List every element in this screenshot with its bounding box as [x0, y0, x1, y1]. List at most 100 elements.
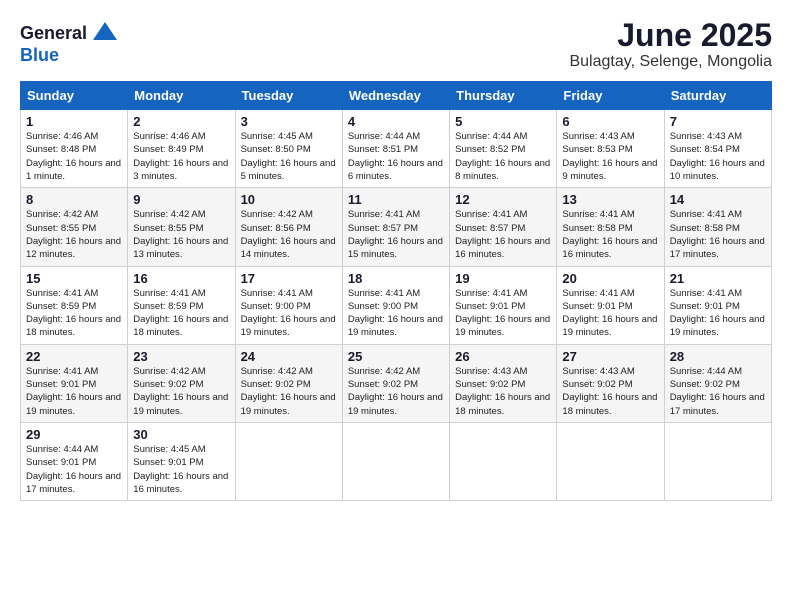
- day-info: Sunrise: 4:41 AM Sunset: 8:58 PM Dayligh…: [670, 208, 766, 261]
- daylight-label: Daylight: 16 hours and 15 minutes.: [348, 236, 443, 260]
- day-number: 13: [562, 192, 658, 207]
- day-info: Sunrise: 4:46 AM Sunset: 8:48 PM Dayligh…: [26, 130, 122, 183]
- sunset-label: Sunset: 9:02 PM: [670, 379, 740, 390]
- calendar-header-row: Sunday Monday Tuesday Wednesday Thursday…: [21, 82, 772, 110]
- sunrise-label: Sunrise: 4:43 AM: [562, 366, 634, 377]
- calendar-day-cell: 6 Sunrise: 4:43 AM Sunset: 8:53 PM Dayli…: [557, 110, 664, 188]
- sunset-label: Sunset: 8:50 PM: [241, 144, 311, 155]
- daylight-label: Daylight: 16 hours and 19 minutes.: [241, 392, 336, 416]
- sunset-label: Sunset: 8:51 PM: [348, 144, 418, 155]
- day-info: Sunrise: 4:46 AM Sunset: 8:49 PM Dayligh…: [133, 130, 229, 183]
- day-number: 24: [241, 349, 337, 364]
- daylight-label: Daylight: 16 hours and 5 minutes.: [241, 158, 336, 182]
- calendar-week-row: 15 Sunrise: 4:41 AM Sunset: 8:59 PM Dayl…: [21, 266, 772, 344]
- sunrise-label: Sunrise: 4:44 AM: [670, 366, 742, 377]
- sunset-label: Sunset: 9:02 PM: [348, 379, 418, 390]
- day-info: Sunrise: 4:44 AM Sunset: 9:02 PM Dayligh…: [670, 365, 766, 418]
- sunrise-label: Sunrise: 4:42 AM: [348, 366, 420, 377]
- col-monday: Monday: [128, 82, 235, 110]
- day-info: Sunrise: 4:42 AM Sunset: 8:56 PM Dayligh…: [241, 208, 337, 261]
- sunset-label: Sunset: 8:59 PM: [133, 301, 203, 312]
- day-info: Sunrise: 4:41 AM Sunset: 8:58 PM Dayligh…: [562, 208, 658, 261]
- daylight-label: Daylight: 16 hours and 19 minutes.: [670, 314, 765, 338]
- daylight-label: Daylight: 16 hours and 3 minutes.: [133, 158, 228, 182]
- sunset-label: Sunset: 9:01 PM: [26, 379, 96, 390]
- sunrise-label: Sunrise: 4:46 AM: [133, 131, 205, 142]
- calendar-day-cell: 28 Sunrise: 4:44 AM Sunset: 9:02 PM Dayl…: [664, 344, 771, 422]
- col-saturday: Saturday: [664, 82, 771, 110]
- sunrise-label: Sunrise: 4:42 AM: [133, 366, 205, 377]
- sunset-label: Sunset: 8:58 PM: [562, 223, 632, 234]
- sunrise-label: Sunrise: 4:42 AM: [26, 209, 98, 220]
- day-info: Sunrise: 4:41 AM Sunset: 8:57 PM Dayligh…: [455, 208, 551, 261]
- page: General Blue June 2025 Bulagtay, Selenge…: [0, 0, 792, 612]
- day-number: 22: [26, 349, 122, 364]
- sunset-label: Sunset: 9:02 PM: [562, 379, 632, 390]
- day-info: Sunrise: 4:42 AM Sunset: 8:55 PM Dayligh…: [26, 208, 122, 261]
- calendar-day-cell: 24 Sunrise: 4:42 AM Sunset: 9:02 PM Dayl…: [235, 344, 342, 422]
- day-number: 29: [26, 427, 122, 442]
- sunrise-label: Sunrise: 4:44 AM: [26, 444, 98, 455]
- day-number: 1: [26, 114, 122, 129]
- day-number: 8: [26, 192, 122, 207]
- day-info: Sunrise: 4:41 AM Sunset: 9:00 PM Dayligh…: [241, 287, 337, 340]
- calendar-day-cell: 26 Sunrise: 4:43 AM Sunset: 9:02 PM Dayl…: [450, 344, 557, 422]
- sunset-label: Sunset: 9:02 PM: [241, 379, 311, 390]
- calendar-day-cell: 12 Sunrise: 4:41 AM Sunset: 8:57 PM Dayl…: [450, 188, 557, 266]
- sunrise-label: Sunrise: 4:41 AM: [26, 288, 98, 299]
- daylight-label: Daylight: 16 hours and 18 minutes.: [26, 314, 121, 338]
- sunset-label: Sunset: 9:01 PM: [670, 301, 740, 312]
- day-info: Sunrise: 4:43 AM Sunset: 9:02 PM Dayligh…: [562, 365, 658, 418]
- day-info: Sunrise: 4:44 AM Sunset: 8:51 PM Dayligh…: [348, 130, 444, 183]
- sunset-label: Sunset: 8:49 PM: [133, 144, 203, 155]
- calendar-day-cell: 16 Sunrise: 4:41 AM Sunset: 8:59 PM Dayl…: [128, 266, 235, 344]
- day-info: Sunrise: 4:43 AM Sunset: 9:02 PM Dayligh…: [455, 365, 551, 418]
- sunset-label: Sunset: 9:00 PM: [241, 301, 311, 312]
- calendar-day-cell: 3 Sunrise: 4:45 AM Sunset: 8:50 PM Dayli…: [235, 110, 342, 188]
- sunset-label: Sunset: 8:48 PM: [26, 144, 96, 155]
- sunset-label: Sunset: 8:55 PM: [133, 223, 203, 234]
- day-number: 21: [670, 271, 766, 286]
- sunset-label: Sunset: 8:52 PM: [455, 144, 525, 155]
- day-info: Sunrise: 4:41 AM Sunset: 8:59 PM Dayligh…: [26, 287, 122, 340]
- day-number: 23: [133, 349, 229, 364]
- calendar-day-cell: 2 Sunrise: 4:46 AM Sunset: 8:49 PM Dayli…: [128, 110, 235, 188]
- col-tuesday: Tuesday: [235, 82, 342, 110]
- sunset-label: Sunset: 8:59 PM: [26, 301, 96, 312]
- day-number: 7: [670, 114, 766, 129]
- day-number: 6: [562, 114, 658, 129]
- sunset-label: Sunset: 8:54 PM: [670, 144, 740, 155]
- sunrise-label: Sunrise: 4:42 AM: [241, 366, 313, 377]
- day-number: 30: [133, 427, 229, 442]
- daylight-label: Daylight: 16 hours and 12 minutes.: [26, 236, 121, 260]
- sunrise-label: Sunrise: 4:46 AM: [26, 131, 98, 142]
- sunrise-label: Sunrise: 4:41 AM: [348, 288, 420, 299]
- sunset-label: Sunset: 9:02 PM: [133, 379, 203, 390]
- day-info: Sunrise: 4:43 AM Sunset: 8:54 PM Dayligh…: [670, 130, 766, 183]
- daylight-label: Daylight: 16 hours and 16 minutes.: [455, 236, 550, 260]
- calendar-week-row: 22 Sunrise: 4:41 AM Sunset: 9:01 PM Dayl…: [21, 344, 772, 422]
- calendar-week-row: 1 Sunrise: 4:46 AM Sunset: 8:48 PM Dayli…: [21, 110, 772, 188]
- day-number: 17: [241, 271, 337, 286]
- day-info: Sunrise: 4:42 AM Sunset: 9:02 PM Dayligh…: [133, 365, 229, 418]
- day-info: Sunrise: 4:41 AM Sunset: 9:01 PM Dayligh…: [26, 365, 122, 418]
- header: General Blue June 2025 Bulagtay, Selenge…: [20, 18, 772, 71]
- logo-blue-text: Blue: [20, 46, 59, 66]
- logo-icon: [89, 18, 121, 50]
- sunrise-label: Sunrise: 4:41 AM: [348, 209, 420, 220]
- daylight-label: Daylight: 16 hours and 17 minutes.: [26, 471, 121, 495]
- sunset-label: Sunset: 9:01 PM: [455, 301, 525, 312]
- calendar-day-cell: 1 Sunrise: 4:46 AM Sunset: 8:48 PM Dayli…: [21, 110, 128, 188]
- day-number: 2: [133, 114, 229, 129]
- calendar-day-cell: 19 Sunrise: 4:41 AM Sunset: 9:01 PM Dayl…: [450, 266, 557, 344]
- sunrise-label: Sunrise: 4:42 AM: [133, 209, 205, 220]
- sunrise-label: Sunrise: 4:41 AM: [670, 288, 742, 299]
- day-number: 10: [241, 192, 337, 207]
- calendar-day-cell: [557, 422, 664, 500]
- sunrise-label: Sunrise: 4:41 AM: [562, 288, 634, 299]
- sunrise-label: Sunrise: 4:43 AM: [455, 366, 527, 377]
- sunset-label: Sunset: 8:57 PM: [348, 223, 418, 234]
- daylight-label: Daylight: 16 hours and 18 minutes.: [455, 392, 550, 416]
- daylight-label: Daylight: 16 hours and 19 minutes.: [348, 314, 443, 338]
- calendar-day-cell: 23 Sunrise: 4:42 AM Sunset: 9:02 PM Dayl…: [128, 344, 235, 422]
